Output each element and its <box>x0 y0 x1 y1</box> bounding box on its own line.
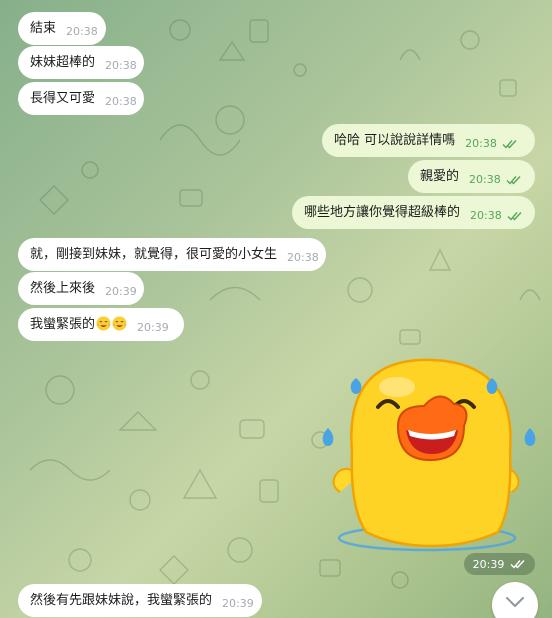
message-text: 然後上來後 <box>30 281 96 296</box>
message-time: 20:39 <box>222 597 254 610</box>
message-bubble-outgoing[interactable]: 哪些地方讓你覺得超級棒的 20:38 <box>292 196 535 229</box>
message-text: 然後有先跟妹妹說，我蠻緊張的 <box>30 593 213 608</box>
double-check-icon <box>507 211 522 221</box>
message-time: 20:39 <box>105 285 137 298</box>
message-time: 20:38 <box>287 251 319 264</box>
chat-window: 結束 20:38 妹妹超棒的 20:38 長得又可愛 20:38 哈哈 可以說說… <box>0 0 552 618</box>
double-check-icon <box>510 560 525 569</box>
message-text: 妹妹超棒的 <box>30 55 96 70</box>
message-text: 哪些地方讓你覺得超級棒的 <box>304 205 461 220</box>
message-bubble-incoming[interactable]: 然後上來後 20:39 <box>18 272 144 305</box>
message-time: 20:38 <box>470 209 502 222</box>
message-bubble-incoming[interactable]: 就，剛接到妹妹，就覺得，很可愛的小女生 20:38 <box>18 238 326 271</box>
message-text: 長得又可愛 <box>30 91 96 106</box>
chevron-down-icon <box>506 597 524 607</box>
message-bubble-incoming[interactable]: 長得又可愛 20:38 <box>18 82 144 115</box>
message-bubble-outgoing[interactable]: 親愛的 20:38 <box>408 160 535 193</box>
message-time: 20:38 <box>105 59 137 72</box>
face-with-tears-of-joy-icon <box>96 316 111 331</box>
message-time: 20:38 <box>66 25 98 38</box>
sticker-time-badge: 20:39 <box>464 553 535 575</box>
laughing-duck-sticker[interactable] <box>312 352 538 562</box>
message-bubble-incoming[interactable]: 妹妹超棒的 20:38 <box>18 46 144 79</box>
message-time: 20:38 <box>469 173 501 186</box>
message-time: 20:38 <box>105 95 137 108</box>
message-bubble-incoming[interactable]: 我蠻緊張的 20:39 <box>18 308 184 341</box>
message-text: 親愛的 <box>420 169 460 184</box>
message-time: 20:39 <box>472 557 505 571</box>
message-text: 我蠻緊張的 <box>30 313 127 332</box>
message-text-content: 我蠻緊張的 <box>30 317 96 332</box>
message-time: 20:38 <box>465 137 497 150</box>
message-bubble-incoming[interactable]: 然後有先跟妹妹說，我蠻緊張的 20:39 <box>18 584 262 617</box>
message-text: 哈哈 可以說說詳情嗎 <box>334 133 456 148</box>
message-text: 結束 <box>30 21 57 36</box>
message-bubble-incoming[interactable]: 結束 20:38 <box>18 12 106 45</box>
face-with-tears-of-joy-icon <box>112 316 127 331</box>
message-bubble-outgoing[interactable]: 哈哈 可以說說詳情嗎 20:38 <box>322 124 535 157</box>
double-check-icon <box>502 139 517 149</box>
message-time: 20:39 <box>137 321 169 334</box>
message-text: 就，剛接到妹妹，就覺得，很可愛的小女生 <box>30 247 278 262</box>
double-check-icon <box>506 175 521 185</box>
